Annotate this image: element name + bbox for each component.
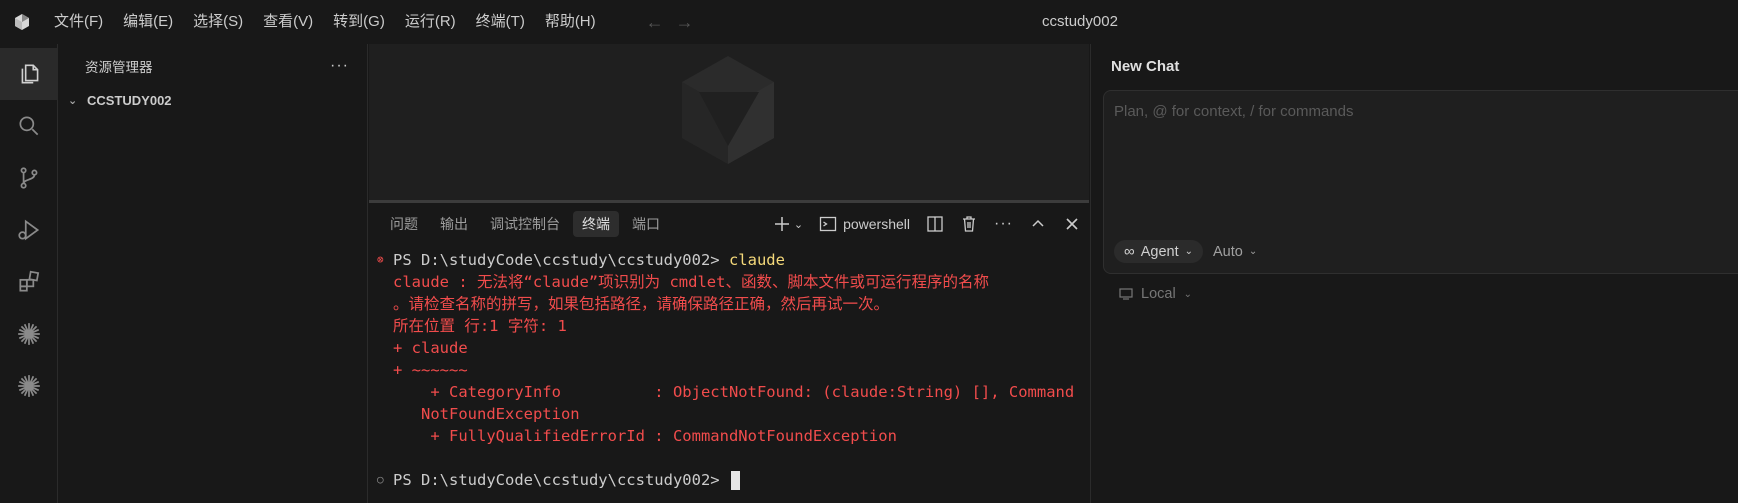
shell-label: powershell xyxy=(843,216,911,232)
editor-area xyxy=(369,44,1089,200)
agent-mode-selector[interactable]: ∞ Agent ⌄ xyxy=(1114,240,1203,263)
monitor-icon xyxy=(1119,288,1133,300)
new-terminal-button[interactable]: ⌄ xyxy=(765,203,811,245)
chat-input[interactable]: Plan, @ for context, / for commands xyxy=(1114,103,1354,120)
command-text: claude xyxy=(728,251,785,269)
chevron-down-icon: ⌄ xyxy=(1184,246,1193,257)
infinity-icon: ∞ xyxy=(1124,243,1135,260)
chevron-down-icon: ⌄ xyxy=(793,218,804,231)
chevron-down-icon: ⌄ xyxy=(1248,246,1258,257)
trash-icon xyxy=(963,216,976,232)
folder-label: CCSTUDY002 xyxy=(87,92,172,108)
agent-label: Agent xyxy=(1140,243,1179,260)
chevron-down-icon: ⌄ xyxy=(1183,288,1193,300)
terminal-line: claude : 无法将“claude”项识别为 cmdlet、函数、脚本文件或… xyxy=(393,273,989,291)
tab-terminal[interactable]: 终端 xyxy=(573,211,619,237)
model-label: Auto xyxy=(1213,243,1243,260)
terminal-line: 。请检查名称的拼写，如果包括路径，请确保路径正确，然后再试一次。 xyxy=(393,295,890,313)
prompt: PS D:\studyCode\ccstudy\ccstudy002> xyxy=(393,471,729,489)
sparkle-icon xyxy=(18,375,40,397)
terminal-cursor xyxy=(730,470,740,490)
search-icon xyxy=(19,116,39,136)
sparkle-icon xyxy=(18,323,40,345)
plus-icon xyxy=(774,217,789,231)
tab-ports[interactable]: 端口 xyxy=(623,211,669,237)
terminal-profile[interactable]: powershell xyxy=(811,203,918,245)
terminal-line: NotFoundException xyxy=(393,405,580,423)
tab-output[interactable]: 输出 xyxy=(431,211,477,237)
files-icon xyxy=(21,64,39,84)
chevron-down-icon: ⌄ xyxy=(68,94,78,107)
chat-title: New Chat xyxy=(1111,58,1180,75)
tab-debug-console[interactable]: 调试控制台 xyxy=(481,211,569,237)
source-control-icon xyxy=(20,167,38,189)
activity-bar xyxy=(0,44,58,503)
sidebar-title: 资源管理器 xyxy=(85,60,153,75)
close-panel-icon[interactable] xyxy=(1055,203,1089,245)
terminal-line: ⊗ PS D:\studyCode\ccstudy\ccstudy002> cla… xyxy=(377,249,1079,271)
source-control-button[interactable] xyxy=(0,152,58,204)
error-status-icon: ⊗ xyxy=(377,253,384,266)
prompt: PS D:\studyCode\ccstudy\ccstudy002> xyxy=(393,251,729,269)
terminal-icon xyxy=(819,216,837,232)
folder-root[interactable]: ⌄ CCSTUDY002 xyxy=(58,88,367,112)
tab-problems[interactable]: 问题 xyxy=(381,211,427,237)
split-icon xyxy=(927,216,943,232)
run-debug-button[interactable] xyxy=(0,204,58,256)
local-label: Local xyxy=(1141,286,1176,302)
terminal-line: 所在位置 行:1 字符: 1 xyxy=(393,317,567,335)
terminal-line: + FullyQualifiedErrorId : CommandNotFoun… xyxy=(393,427,897,445)
bottom-panel: 问题 输出 调试控制台 终端 端口 ⌄ powershell ··· ⊗ PS … xyxy=(369,200,1089,503)
extensions-button[interactable] xyxy=(0,256,58,308)
idle-status-icon: ○ xyxy=(377,473,384,486)
run-debug-icon xyxy=(18,219,40,241)
terminal-line: ○ PS D:\studyCode\ccstudy\ccstudy002> xyxy=(377,469,1079,491)
sparkle-button-1[interactable] xyxy=(0,308,58,360)
more-actions-icon[interactable]: ··· xyxy=(330,57,349,75)
sidebar-header: 资源管理器 ··· xyxy=(58,44,367,88)
terminal-output[interactable]: ⊗ PS D:\studyCode\ccstudy\ccstudy002> cla… xyxy=(369,245,1089,491)
more-panel-actions-icon[interactable]: ··· xyxy=(986,203,1021,245)
terminal-line: + CategoryInfo : ObjectNotFound: (claude… xyxy=(393,383,1075,401)
watermark-logo-icon xyxy=(682,56,774,164)
window-title: ccstudy002 xyxy=(1042,13,1118,30)
kill-terminal-button[interactable] xyxy=(952,203,986,245)
sparkle-button-2[interactable] xyxy=(0,360,58,412)
search-button[interactable] xyxy=(0,100,58,152)
maximize-panel-icon[interactable] xyxy=(1021,203,1055,245)
explorer-button[interactable] xyxy=(0,48,58,100)
terminal-line: + ~~~~~~ xyxy=(393,361,468,379)
chat-input-box[interactable]: Plan, @ for context, / for commands ∞ Ag… xyxy=(1103,90,1738,274)
terminal-line: + claude xyxy=(393,339,468,357)
extensions-icon xyxy=(19,270,40,292)
split-terminal-button[interactable] xyxy=(918,203,952,245)
chat-panel: New Chat Plan, @ for context, / for comm… xyxy=(1090,44,1738,503)
local-selector[interactable]: Local ⌄ xyxy=(1119,286,1192,302)
title-bar: 文件(F) 编辑(E) 选择(S) 查看(V) 转到(G) 运行(R) 终端(T… xyxy=(0,0,1738,44)
explorer-sidebar: 资源管理器 ··· ⌄ CCSTUDY002 xyxy=(58,44,368,503)
panel-tabs: 问题 输出 调试控制台 终端 端口 ⌄ powershell ··· xyxy=(369,203,1089,245)
model-selector[interactable]: Auto ⌄ xyxy=(1213,244,1257,260)
